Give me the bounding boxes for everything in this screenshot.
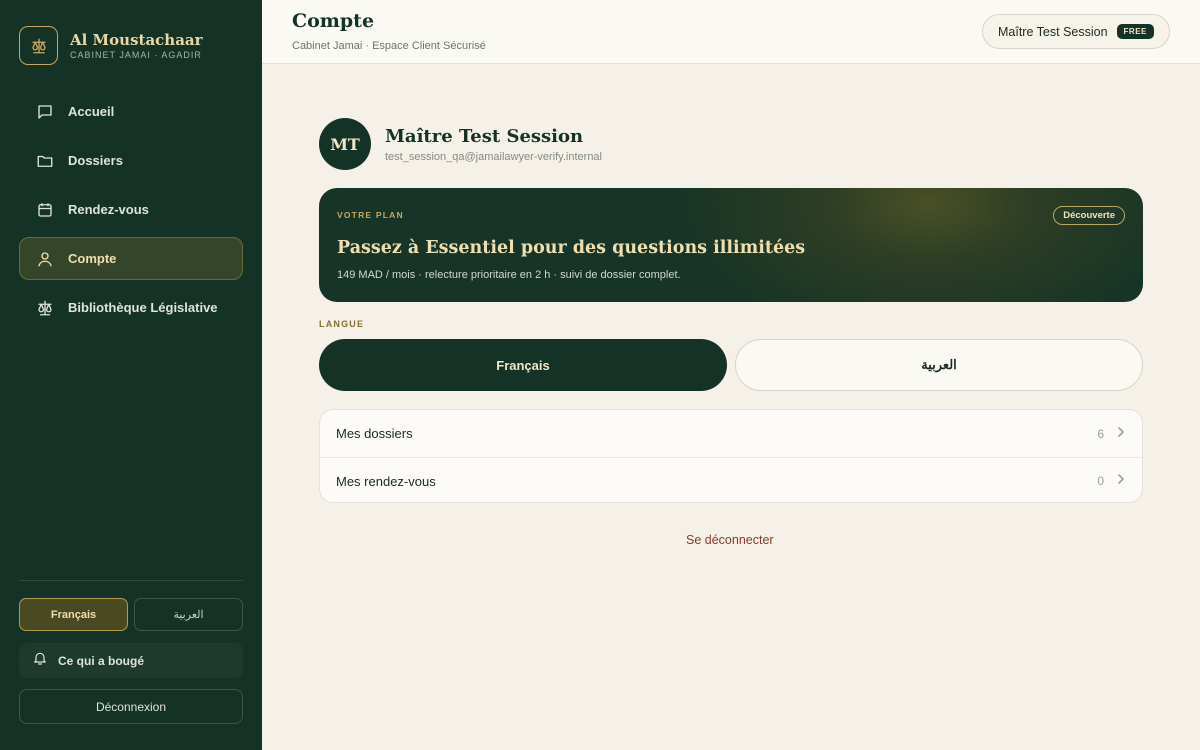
plan-description: 149 MAD / mois · relecture prioritaire e…	[337, 269, 681, 281]
logout-link[interactable]: Se déconnecter	[686, 533, 774, 547]
user-icon	[35, 249, 55, 269]
sidebar-item-label: Accueil	[68, 104, 115, 119]
brand-subtitle: CABINET JAMAI · AGADIR	[70, 50, 202, 60]
profile-name: Maître Test Session	[385, 125, 584, 147]
sidebar-divider	[19, 580, 243, 581]
top-header: Compte Cabinet Jamai · Espace Client Séc…	[262, 0, 1200, 64]
user-menu-chip[interactable]: Maître Test Session FREE	[982, 14, 1170, 49]
bell-icon	[32, 650, 48, 671]
list-item-mes-dossiers[interactable]: Mes dossiers 6	[320, 410, 1142, 457]
sidebar-item-label: Dossiers	[68, 153, 123, 168]
list-item-count: 0	[1097, 474, 1104, 488]
sidebar: Al Moustachaar CABINET JAMAI · AGADIR Ac…	[0, 0, 262, 750]
sidebar-item-compte[interactable]: Compte	[19, 237, 243, 280]
language-section-label: LANGUE	[319, 319, 365, 329]
account-links-list: Mes dossiers 6 Mes rendez-vous 0	[319, 409, 1143, 503]
message-square-icon	[35, 102, 55, 122]
plan-badge: FREE	[1116, 24, 1154, 39]
whats-new-label: Ce qui a bougé	[58, 653, 145, 668]
plan-kicker: VOTRE PLAN	[337, 210, 404, 220]
plan-upgrade-title: Passez à Essentiel pour des questions il…	[337, 238, 806, 258]
user-chip-name: Maître Test Session	[998, 24, 1108, 39]
sidebar-language-switch: Français العربية	[19, 598, 243, 631]
sidebar-item-label: Bibliothèque Législative	[68, 300, 218, 315]
profile-email: test_session_qa@jamailawyer-verify.inter…	[385, 150, 602, 163]
sidebar-nav: Accueil Dossiers Rendez-vous Compte Bibl…	[19, 90, 243, 335]
list-item-label: Mes rendez-vous	[336, 473, 436, 489]
sidebar-item-rendez-vous[interactable]: Rendez-vous	[19, 188, 243, 231]
plan-card[interactable]: VOTRE PLAN Découverte Passez à Essentiel…	[319, 188, 1143, 302]
sidebar-item-accueil[interactable]: Accueil	[19, 90, 243, 133]
sidebar-item-bibliotheque[interactable]: Bibliothèque Législative	[19, 286, 243, 329]
scales-icon	[35, 298, 55, 318]
sidebar-item-label: Rendez-vous	[68, 202, 149, 217]
sidebar-lang-ar-button[interactable]: العربية	[134, 598, 243, 631]
page-subtitle: Cabinet Jamai · Espace Client Sécurisé	[292, 40, 486, 52]
sidebar-item-dossiers[interactable]: Dossiers	[19, 139, 243, 182]
language-ar-button[interactable]: العربية	[735, 339, 1143, 391]
brand-name: Al Moustachaar	[70, 31, 203, 49]
calendar-icon	[35, 200, 55, 220]
page-title: Compte	[292, 10, 375, 32]
profile-header: MT Maître Test Session test_session_qa@j…	[319, 118, 602, 170]
sidebar-logout-button[interactable]: Déconnexion	[19, 689, 243, 724]
plan-tier-pill: Découverte	[1053, 206, 1125, 225]
avatar: MT	[319, 118, 371, 170]
list-item-label: Mes dossiers	[336, 426, 413, 441]
chevron-right-icon	[1116, 472, 1126, 490]
brand[interactable]: Al Moustachaar CABINET JAMAI · AGADIR	[19, 26, 203, 65]
list-item-mes-rendez-vous[interactable]: Mes rendez-vous 0	[320, 457, 1142, 502]
language-fr-button[interactable]: Français	[319, 339, 727, 391]
sidebar-item-label: Compte	[68, 251, 117, 266]
sidebar-lang-fr-button[interactable]: Français	[19, 598, 128, 631]
whats-new-button[interactable]: Ce qui a bougé	[19, 643, 243, 678]
folder-icon	[35, 151, 55, 171]
list-item-count: 6	[1097, 426, 1104, 441]
scales-icon	[19, 26, 58, 65]
chevron-right-icon	[1116, 425, 1126, 443]
